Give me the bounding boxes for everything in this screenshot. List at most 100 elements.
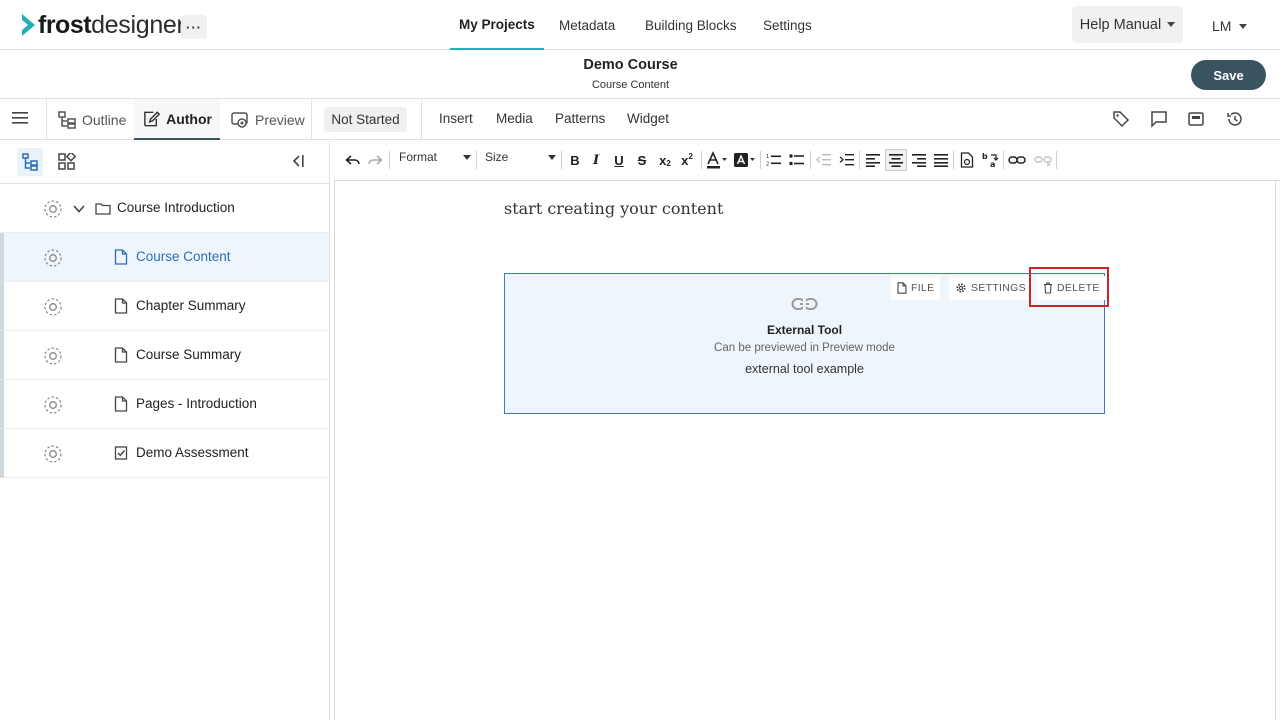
tag-icon[interactable] — [1112, 110, 1130, 128]
tab-preview[interactable]: Preview — [222, 99, 313, 140]
outdent-icon[interactable] — [815, 151, 833, 169]
nav-tab-settings[interactable]: Settings — [754, 0, 821, 50]
tree-item-label: Course Introduction — [117, 200, 235, 215]
format-label: Format — [399, 150, 438, 164]
source-icon[interactable] — [958, 151, 976, 169]
align-center-icon[interactable] — [885, 149, 907, 171]
italic-icon[interactable]: I — [587, 151, 605, 169]
tree-item-course-summary[interactable]: Course Summary — [0, 331, 329, 380]
tree-item-chapter-summary[interactable]: Chapter Summary — [0, 282, 329, 331]
file-button-label: FILE — [911, 282, 935, 294]
nav-tab-building-blocks[interactable]: Building Blocks — [636, 0, 746, 50]
status-dot-icon[interactable] — [44, 445, 62, 463]
text-color-icon[interactable] — [705, 151, 729, 169]
find-replace-icon[interactable]: ba — [982, 151, 1000, 169]
user-initials: LM — [1212, 18, 1232, 34]
tab-author[interactable]: Author — [134, 99, 220, 140]
page-icon — [114, 249, 128, 265]
svg-text:1: 1 — [766, 154, 769, 160]
unlink-icon[interactable] — [1034, 151, 1052, 169]
toolbar-separator — [1003, 151, 1004, 169]
tab-outline[interactable]: Outline — [49, 99, 134, 140]
status-badge[interactable]: Not Started — [324, 107, 407, 132]
tab-author-label: Author — [166, 110, 212, 127]
align-left-icon[interactable] — [864, 151, 882, 169]
logo-brand-light: designer — [91, 10, 185, 39]
caret-down-icon — [1167, 22, 1176, 27]
file-button[interactable]: FILE — [891, 276, 941, 300]
toolbar-separator — [701, 151, 702, 169]
frost-designer-logo[interactable]: frost designer — [20, 11, 185, 39]
tree-item-pages-introduction[interactable]: Pages - Introduction — [0, 380, 329, 429]
numbered-list-icon[interactable]: 12 — [765, 151, 783, 169]
hamburger-menu-icon[interactable] — [12, 111, 29, 125]
size-dropdown[interactable]: Size — [485, 150, 556, 164]
author-icon — [144, 110, 161, 126]
justify-icon[interactable] — [932, 151, 950, 169]
user-menu[interactable]: LM — [1212, 15, 1248, 37]
redo-icon[interactable] — [366, 151, 384, 169]
status-dot-icon[interactable] — [44, 249, 62, 267]
toolbar-separator — [1056, 151, 1057, 169]
grid-view-icon[interactable] — [58, 153, 76, 171]
svg-text:a: a — [990, 160, 995, 168]
gear-icon — [956, 283, 966, 293]
nav-tab-my-projects[interactable]: My Projects — [450, 0, 544, 50]
more-options-button[interactable]: ··· — [181, 15, 207, 39]
toolbar-separator — [476, 151, 477, 169]
help-manual-label: Help Manual — [1079, 16, 1162, 33]
align-right-icon[interactable] — [910, 151, 928, 169]
menu-media[interactable]: Media — [496, 111, 533, 126]
toolbar-separator — [859, 151, 860, 169]
undo-icon[interactable] — [344, 151, 362, 169]
link-icon[interactable] — [1008, 151, 1026, 169]
toolbar-divider — [421, 99, 422, 140]
status-dot-icon[interactable] — [44, 396, 62, 414]
menu-insert[interactable]: Insert — [439, 111, 473, 126]
indent-icon[interactable] — [838, 151, 856, 169]
notes-icon[interactable] — [1187, 110, 1205, 128]
size-label: Size — [485, 150, 509, 164]
format-dropdown[interactable]: Format — [399, 150, 471, 164]
folder-icon — [95, 201, 111, 216]
help-manual-dropdown[interactable]: Help Manual — [1072, 6, 1183, 43]
tree-item-label: Course Summary — [136, 347, 242, 362]
content-editor[interactable] — [334, 181, 1276, 720]
bullet-list-icon[interactable] — [788, 151, 806, 169]
caret-down-icon — [1239, 23, 1248, 29]
settings-button-label: SETTINGS — [971, 282, 1026, 294]
superscript-icon[interactable]: x2 — [678, 151, 696, 169]
nav-tab-metadata[interactable]: Metadata — [550, 0, 624, 50]
underline-icon[interactable]: U — [610, 151, 628, 169]
comment-icon[interactable] — [1150, 110, 1168, 128]
file-icon — [897, 282, 907, 294]
caret-down-icon — [463, 154, 471, 160]
svg-text:2: 2 — [766, 162, 769, 168]
page-subtitle: Course Content — [591, 79, 670, 91]
toolbar-separator — [953, 151, 954, 169]
subscript-icon[interactable]: x2 — [656, 151, 674, 169]
background-color-icon[interactable] — [733, 151, 757, 169]
widget-subtitle: Can be previewed in Preview mode — [714, 342, 895, 354]
page-icon — [114, 298, 128, 314]
tree-item-demo-assessment[interactable]: Demo Assessment — [0, 429, 329, 478]
settings-button[interactable]: SETTINGS — [949, 276, 1032, 300]
bold-icon[interactable]: B — [566, 151, 584, 169]
status-dot-icon[interactable] — [44, 298, 62, 316]
menu-patterns[interactable]: Patterns — [555, 111, 605, 126]
toolbar-divider — [311, 99, 312, 140]
status-dot-icon[interactable] — [44, 200, 62, 218]
editor-content-text[interactable]: start creating your content — [504, 199, 723, 218]
toolbar-separator — [561, 151, 562, 169]
chevron-down-icon[interactable] — [72, 202, 86, 216]
tree-view-icon[interactable] — [17, 148, 43, 176]
menu-widget[interactable]: Widget — [627, 111, 669, 126]
history-icon[interactable] — [1226, 110, 1244, 128]
strikethrough-icon[interactable]: S — [633, 151, 651, 169]
collapse-sidebar-icon[interactable] — [291, 154, 306, 168]
status-dot-icon[interactable] — [44, 347, 62, 365]
tree-item-course-content[interactable]: Course Content — [0, 233, 329, 282]
tree-item-label: Chapter Summary — [136, 298, 246, 313]
save-button[interactable]: Save — [1191, 60, 1266, 90]
tree-item-course-introduction[interactable]: Course Introduction — [0, 184, 329, 233]
